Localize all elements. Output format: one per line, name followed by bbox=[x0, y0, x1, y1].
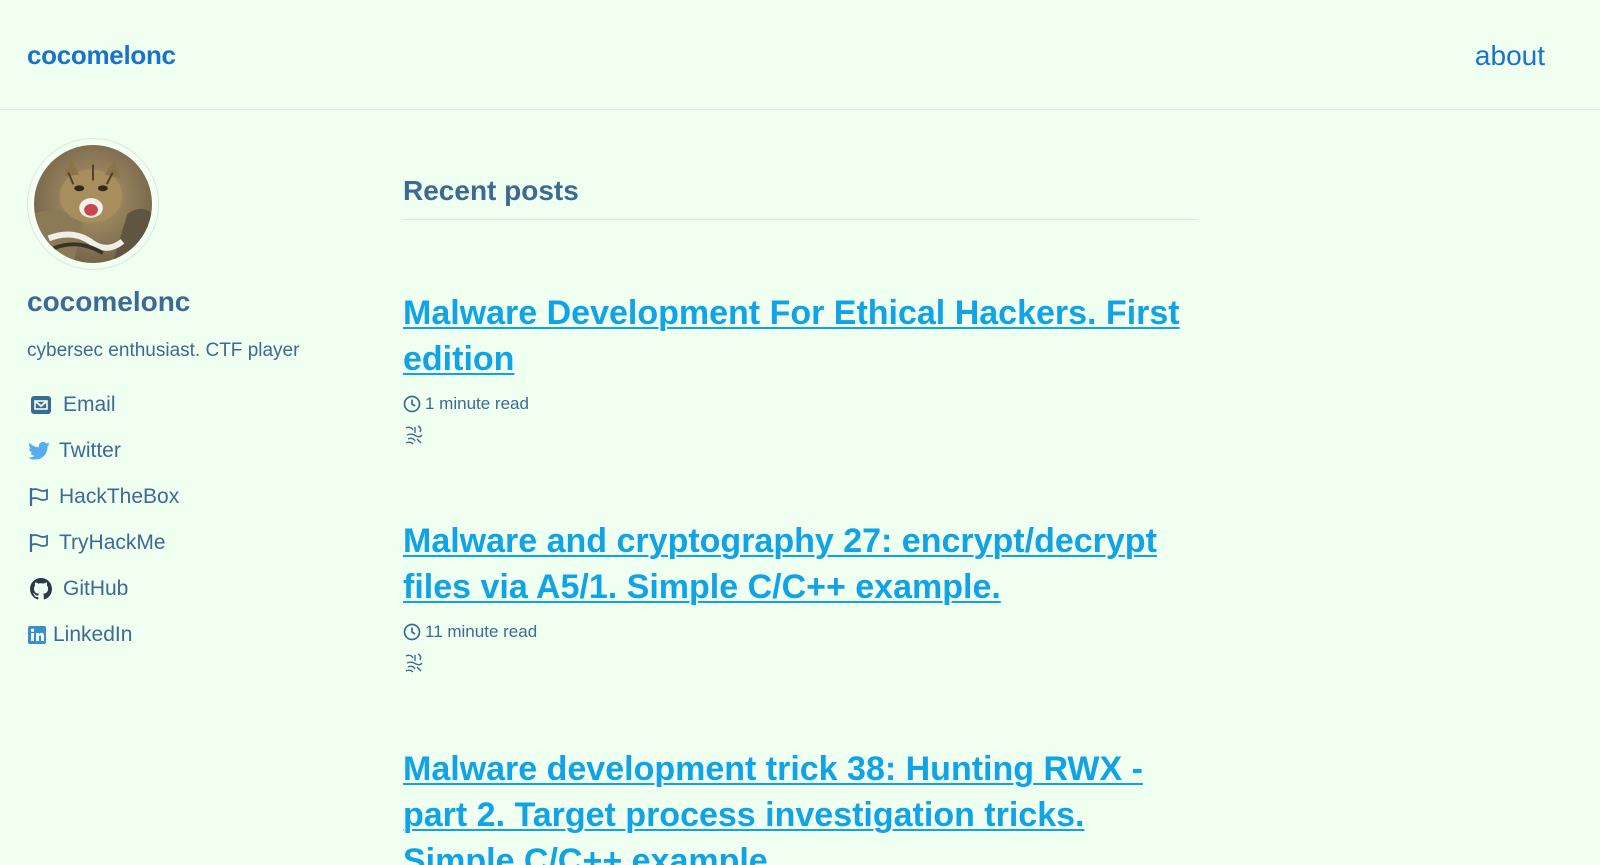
link-twitter-label: Twitter bbox=[59, 439, 121, 462]
avatar-image bbox=[34, 145, 152, 263]
link-github[interactable]: GitHub bbox=[27, 566, 357, 612]
masthead: cocomelonc about bbox=[0, 0, 1600, 110]
post-title-link[interactable]: Malware and cryptography 27: encrypt/dec… bbox=[403, 518, 1198, 610]
link-hackthebox-label: HackTheBox bbox=[59, 485, 180, 508]
flag-icon bbox=[27, 485, 51, 509]
twitter-icon bbox=[27, 439, 51, 463]
author-sidebar: cocomelonc cybersec enthusiast. CTF play… bbox=[27, 138, 357, 658]
author-name: cocomelonc bbox=[27, 286, 191, 317]
post-item: Malware development trick 38: Hunting RW… bbox=[403, 746, 1198, 865]
link-twitter[interactable]: Twitter bbox=[27, 428, 357, 474]
avatar bbox=[27, 138, 159, 270]
post-meta: 1 minute read bbox=[403, 394, 1198, 414]
author-bio: cybersec enthusiast. CTF player bbox=[27, 340, 300, 361]
envelope-icon bbox=[29, 393, 53, 417]
post-title-link[interactable]: Malware Development For Ethical Hackers.… bbox=[403, 290, 1198, 382]
nav-about-link[interactable]: about bbox=[1475, 40, 1545, 72]
calligraphy-icon bbox=[405, 425, 423, 445]
calligraphy-icon bbox=[405, 653, 423, 673]
post-excerpt bbox=[403, 424, 1198, 448]
site-title-link[interactable]: cocomelonc bbox=[27, 40, 176, 71]
post-item: Malware Development For Ethical Hackers.… bbox=[403, 290, 1198, 448]
flag-icon bbox=[27, 531, 51, 555]
link-linkedin[interactable]: LinkedIn bbox=[27, 612, 357, 658]
post-excerpt bbox=[403, 652, 1198, 676]
main-content: Recent posts Malware Development For Eth… bbox=[403, 175, 1198, 865]
link-tryhackme-label: TryHackMe bbox=[59, 531, 166, 554]
post-title-link[interactable]: Malware development trick 38: Hunting RW… bbox=[403, 746, 1198, 865]
link-email[interactable]: Email bbox=[27, 382, 357, 428]
link-linkedin-label: LinkedIn bbox=[53, 623, 133, 646]
recent-posts-heading: Recent posts bbox=[403, 175, 1198, 220]
link-email-label: Email bbox=[63, 393, 116, 416]
post-item: Malware and cryptography 27: encrypt/dec… bbox=[403, 518, 1198, 676]
read-time: 1 minute read bbox=[425, 394, 529, 413]
link-hackthebox[interactable]: HackTheBox bbox=[27, 474, 357, 520]
clock-icon bbox=[403, 623, 421, 641]
post-meta: 11 minute read bbox=[403, 622, 1198, 642]
linkedin-icon bbox=[27, 623, 47, 647]
author-links: Email Twitter HackTheBox TryHackMe GitHu… bbox=[27, 382, 357, 658]
link-tryhackme[interactable]: TryHackMe bbox=[27, 520, 357, 566]
read-time: 11 minute read bbox=[425, 622, 538, 641]
github-icon bbox=[29, 577, 53, 601]
clock-icon bbox=[403, 395, 421, 413]
link-github-label: GitHub bbox=[63, 577, 129, 600]
